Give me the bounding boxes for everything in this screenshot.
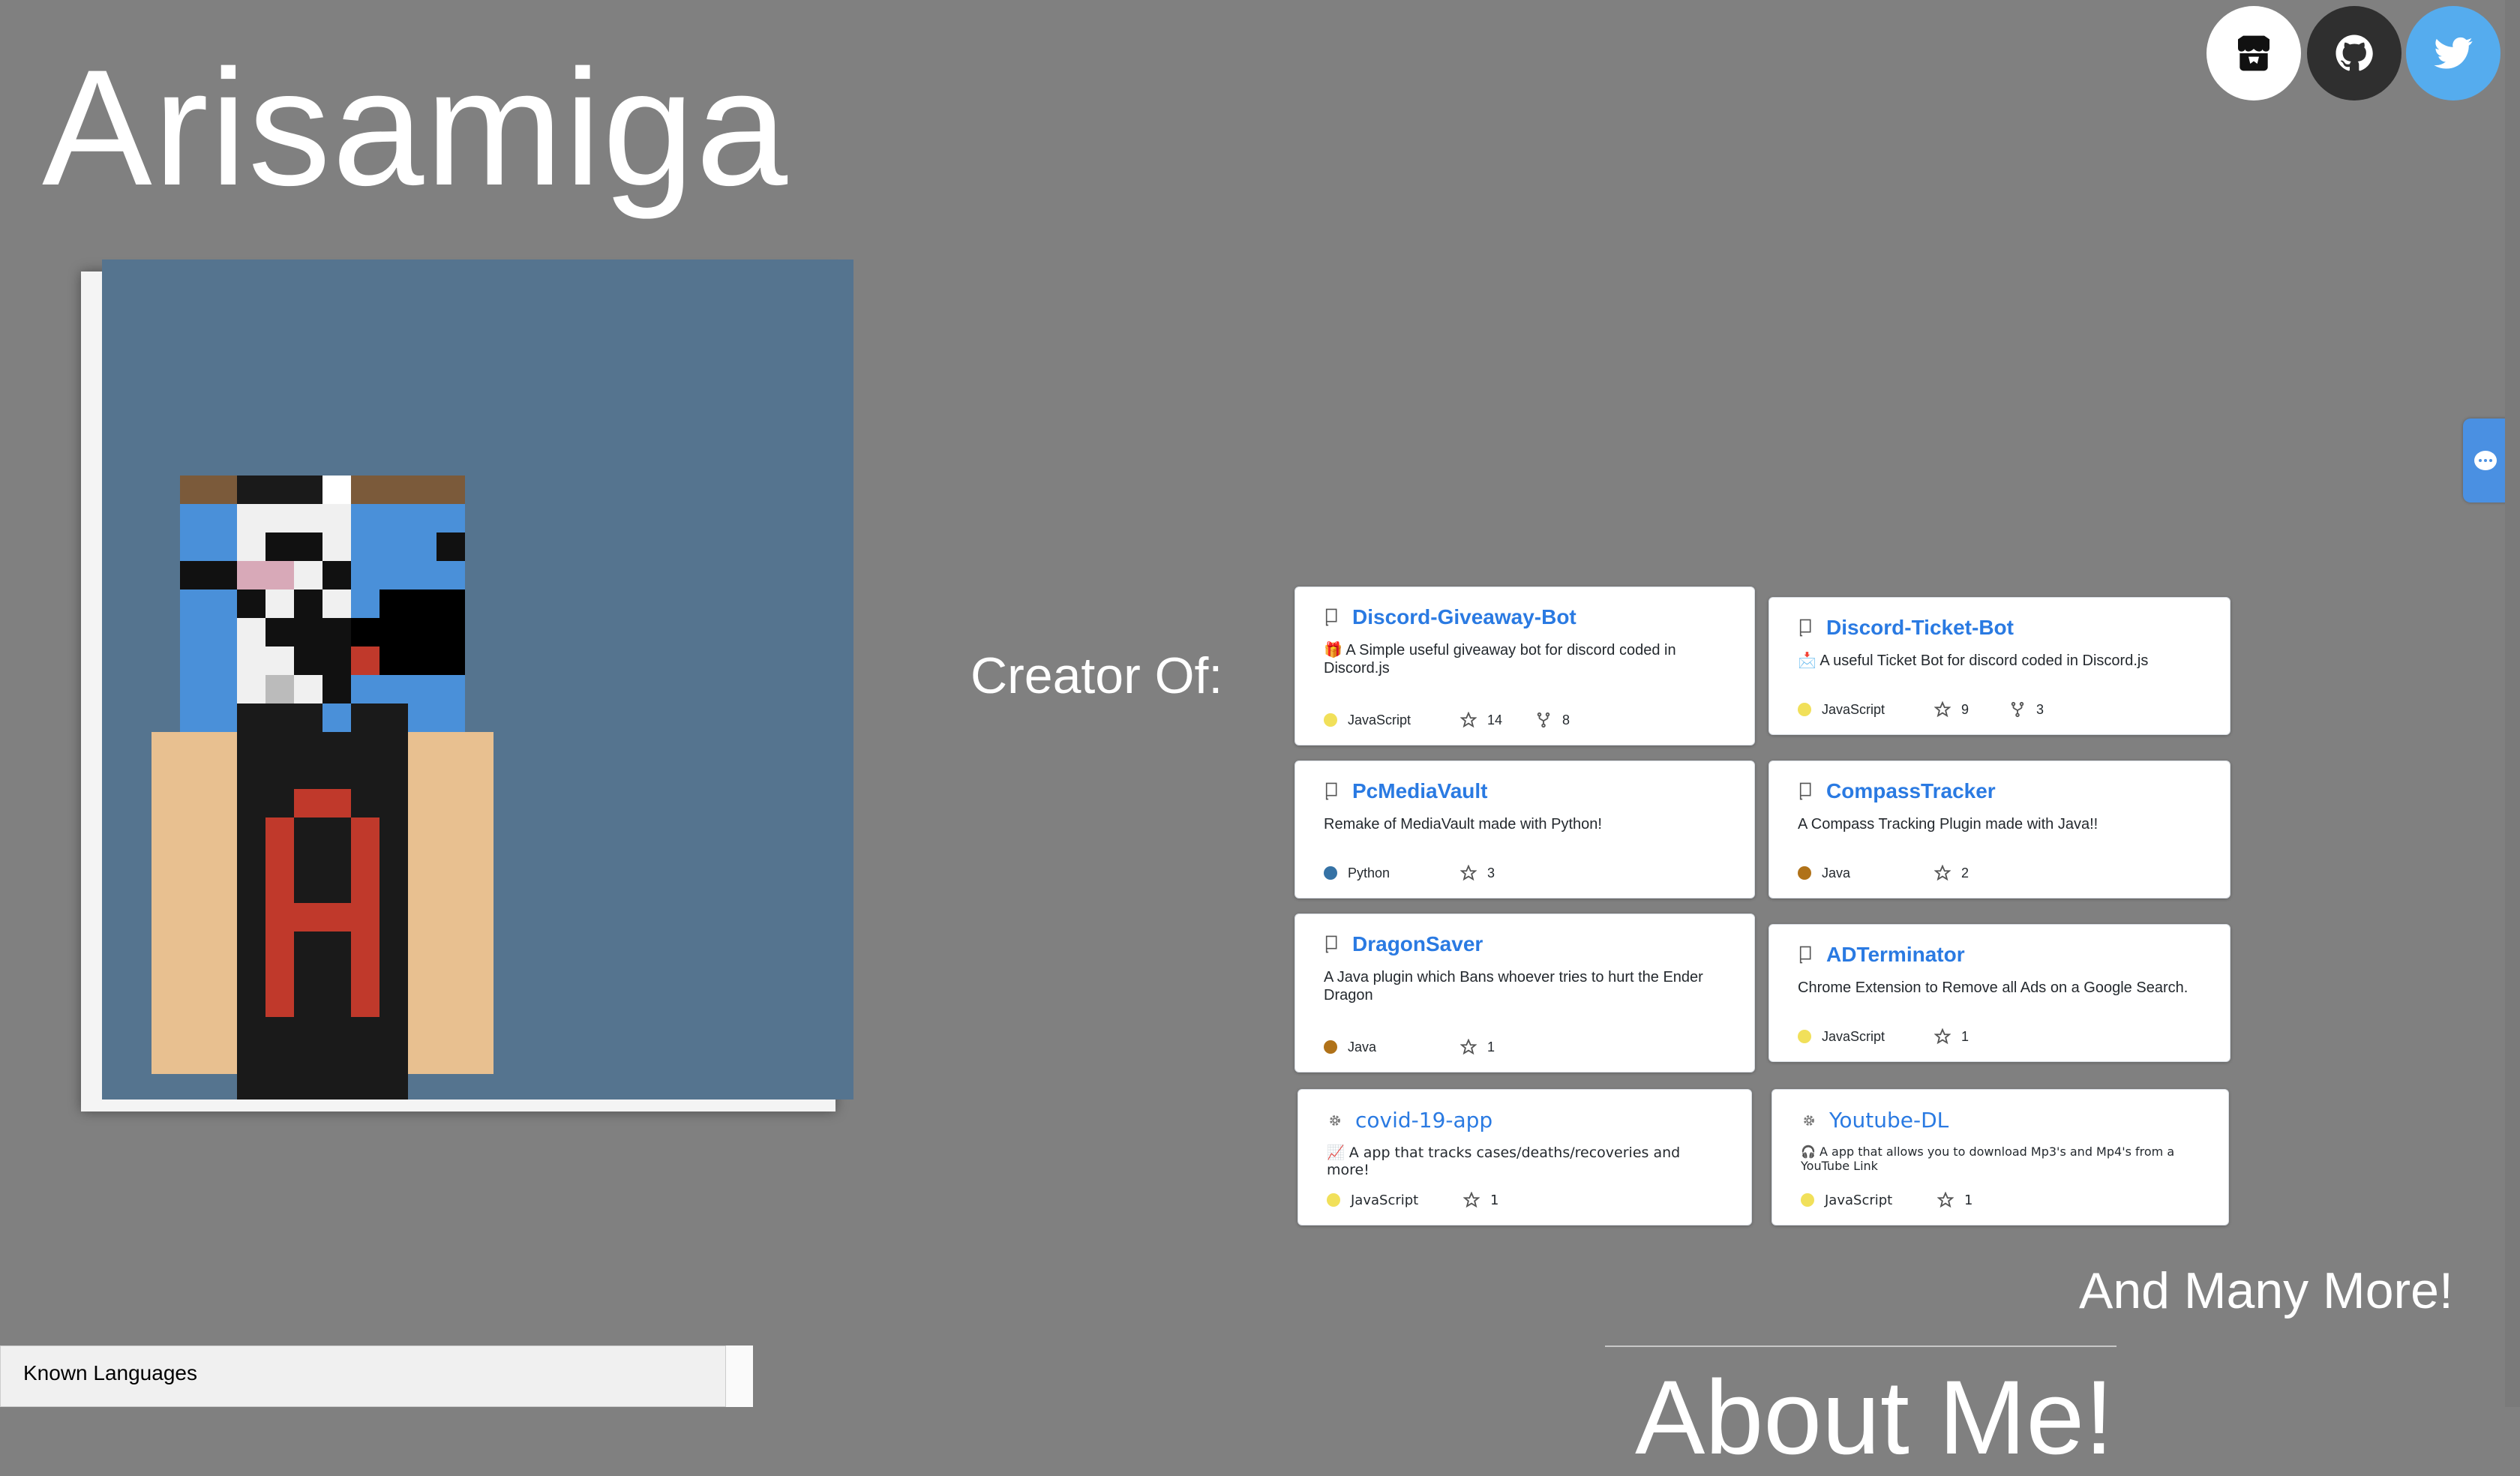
fork-icon — [2011, 701, 2024, 718]
repo-stars: 9 — [1961, 701, 1970, 717]
star-icon — [1460, 712, 1477, 728]
repo-name[interactable]: Youtube-DL — [1829, 1108, 1948, 1132]
repo-stars: 1 — [1490, 1192, 1499, 1208]
repo-emoji: 📩 — [1798, 652, 1816, 669]
repo-card[interactable]: DragonSaver A Java plugin which Bans who… — [1294, 914, 1755, 1072]
repo-name[interactable]: CompassTracker — [1826, 779, 1996, 803]
star-icon — [1937, 1192, 1954, 1208]
language-dot — [1801, 1193, 1814, 1207]
repo-language: JavaScript — [1351, 1192, 1419, 1208]
repo-forks: 3 — [2036, 701, 2044, 717]
repo-description: Chrome Extension to Remove all Ads on a … — [1798, 980, 2188, 996]
repo-icon — [1325, 782, 1337, 800]
repo-card[interactable]: Discord-Giveaway-Bot 🎁 A Simple useful g… — [1294, 586, 1755, 746]
repo-emoji: 📈 — [1327, 1144, 1345, 1161]
star-icon — [1463, 1192, 1480, 1208]
repo-icon — [1799, 946, 1811, 964]
twitter-icon — [2434, 37, 2473, 69]
repo-card[interactable]: Youtube-DL 🎧 A app that allows you to do… — [1772, 1089, 2229, 1226]
repo-icon — [1325, 935, 1337, 953]
repo-emoji: 🎧 — [1801, 1144, 1816, 1159]
page-title: Arisamiga — [42, 35, 790, 220]
repo-icon — [1799, 619, 1811, 637]
repo-name[interactable]: Discord-Giveaway-Bot — [1352, 605, 1576, 629]
repo-description: A app that allows you to download Mp3's … — [1801, 1144, 2175, 1174]
language-dot — [1798, 1030, 1811, 1043]
repo-stars: 1 — [1964, 1192, 1973, 1208]
repo-language: Java — [1348, 1039, 1377, 1054]
language-dot — [1327, 1193, 1340, 1207]
language-dot — [1324, 713, 1337, 727]
github-icon — [2336, 34, 2373, 71]
repo-stars: 14 — [1487, 712, 1503, 728]
repo-forks: 8 — [1562, 712, 1570, 728]
pixel-art-avatar — [152, 476, 494, 1100]
repo-stars: 1 — [1961, 1028, 1970, 1044]
repo-name[interactable]: covid-19-app — [1355, 1108, 1492, 1132]
github-link[interactable] — [2307, 6, 2402, 100]
known-languages-side — [726, 1346, 753, 1407]
repo-description: A useful Ticket Bot for discord coded in… — [1820, 652, 2149, 669]
repo-icon — [1799, 782, 1811, 800]
fork-icon — [1537, 712, 1550, 728]
repo-description: A Java plugin which Bans whoever tries t… — [1324, 969, 1703, 1004]
repo-description: A app that tracks cases/deaths/recoverie… — [1327, 1144, 1681, 1178]
repo-card[interactable]: PcMediaVault Remake of MediaVault made w… — [1294, 760, 1755, 898]
repo-language: JavaScript — [1822, 1028, 1886, 1044]
repo-name[interactable]: DragonSaver — [1352, 932, 1483, 956]
language-dot — [1324, 1040, 1337, 1054]
itchio-link[interactable] — [2206, 6, 2301, 100]
repo-name[interactable]: ADTerminator — [1826, 943, 1965, 967]
repo-emoji: 🎁 — [1324, 642, 1342, 658]
repo-language: JavaScript — [1822, 701, 1886, 717]
repo-card[interactable]: CompassTracker A Compass Tracking Plugin… — [1768, 760, 2230, 898]
repo-stars: 1 — [1487, 1039, 1496, 1054]
and-many-more-label: And Many More! — [2079, 1262, 2453, 1319]
star-icon — [1460, 1039, 1477, 1055]
repo-description: Remake of MediaVault made with Python! — [1324, 816, 1602, 832]
language-dot — [1798, 866, 1811, 880]
repo-language: JavaScript — [1348, 712, 1412, 728]
repo-description: A Compass Tracking Plugin made with Java… — [1798, 816, 2098, 832]
language-dot — [1798, 703, 1811, 716]
repo-language: JavaScript — [1825, 1192, 1893, 1208]
gear-icon — [1330, 1114, 1340, 1126]
star-icon — [1460, 865, 1477, 881]
repo-language: Java — [1822, 865, 1851, 880]
scrollbar[interactable] — [2505, 0, 2520, 1407]
repo-card[interactable]: Discord-Ticket-Bot 📩 A useful Ticket Bot… — [1768, 597, 2230, 735]
repo-stars: 3 — [1487, 865, 1496, 880]
chat-bubble-icon — [2474, 451, 2497, 470]
section-divider — [1605, 1346, 2116, 1347]
repo-language: Python — [1348, 865, 1390, 880]
star-icon — [1934, 701, 1951, 718]
creator-of-label: Creator Of: — [970, 647, 1223, 704]
star-icon — [1934, 865, 1951, 881]
repo-card[interactable]: covid-19-app 📈 A app that tracks cases/d… — [1298, 1089, 1752, 1226]
feedback-tab[interactable] — [2463, 418, 2508, 502]
about-me-heading: About Me! — [1635, 1358, 2114, 1476]
repo-description: A Simple useful giveaway bot for discord… — [1324, 642, 1676, 676]
twitter-link[interactable] — [2406, 6, 2500, 100]
repo-icon — [1325, 608, 1337, 626]
itchio-icon — [2238, 35, 2270, 71]
repo-stars: 2 — [1961, 865, 1970, 880]
star-icon — [1934, 1028, 1951, 1045]
repo-name[interactable]: Discord-Ticket-Bot — [1826, 616, 2014, 640]
repo-name[interactable]: PcMediaVault — [1352, 779, 1488, 803]
language-dot — [1324, 866, 1337, 880]
avatar — [102, 260, 854, 1100]
repo-card[interactable]: ADTerminator Chrome Extension to Remove … — [1768, 924, 2230, 1062]
gear-icon — [1804, 1114, 1814, 1126]
known-languages-tab[interactable]: Known Languages — [0, 1346, 726, 1407]
